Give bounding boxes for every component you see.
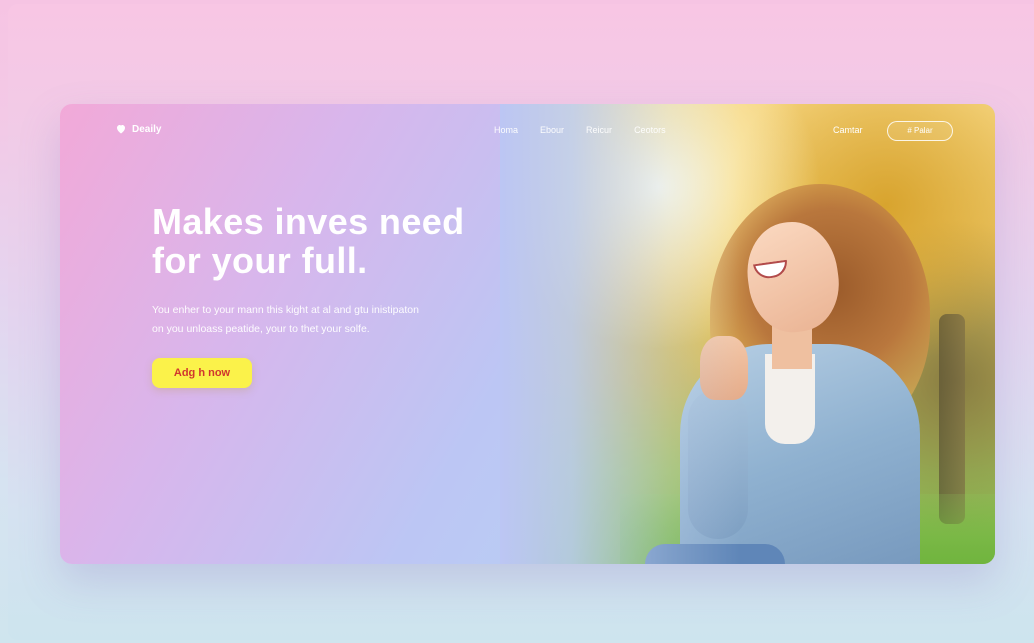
hero-title-line1: Makes inves need bbox=[152, 201, 465, 242]
hero-description-line1: You enher to your mann this kight at al … bbox=[152, 304, 419, 316]
nav-link-reicur[interactable]: Reicur bbox=[586, 125, 612, 135]
nav-link-ebour[interactable]: Ebour bbox=[540, 125, 564, 135]
hero-title-line2: for your full. bbox=[152, 240, 368, 281]
nav-link-homa[interactable]: Homa bbox=[494, 125, 518, 135]
nav-palar-button[interactable]: # Palar bbox=[887, 121, 953, 141]
hero-card: Deaily Homa Ebour Reicur Ceotors Camtar … bbox=[60, 104, 995, 564]
nav-link-camtar[interactable]: Camtar bbox=[833, 125, 863, 135]
hero-description-line2: on you unloass peatide, your to thet you… bbox=[152, 323, 370, 335]
heart-icon bbox=[117, 125, 125, 134]
brand-logo[interactable]: Deaily bbox=[115, 123, 161, 135]
nav-links: Homa Ebour Reicur Ceotors bbox=[494, 125, 666, 135]
top-nav: Deaily Homa Ebour Reicur Ceotors Camtar … bbox=[60, 104, 995, 158]
cta-button[interactable]: Adg h now bbox=[152, 358, 252, 388]
hero-title: Makes inves need for your full. bbox=[152, 202, 532, 280]
tree-trunk bbox=[939, 314, 965, 524]
photo-fade bbox=[500, 104, 740, 564]
page: Deaily Homa Ebour Reicur Ceotors Camtar … bbox=[0, 0, 1034, 643]
nav-link-ceotors[interactable]: Ceotors bbox=[634, 125, 666, 135]
hero-description: You enher to your mann this kight at al … bbox=[152, 301, 492, 339]
brand-name: Deaily bbox=[132, 123, 162, 135]
